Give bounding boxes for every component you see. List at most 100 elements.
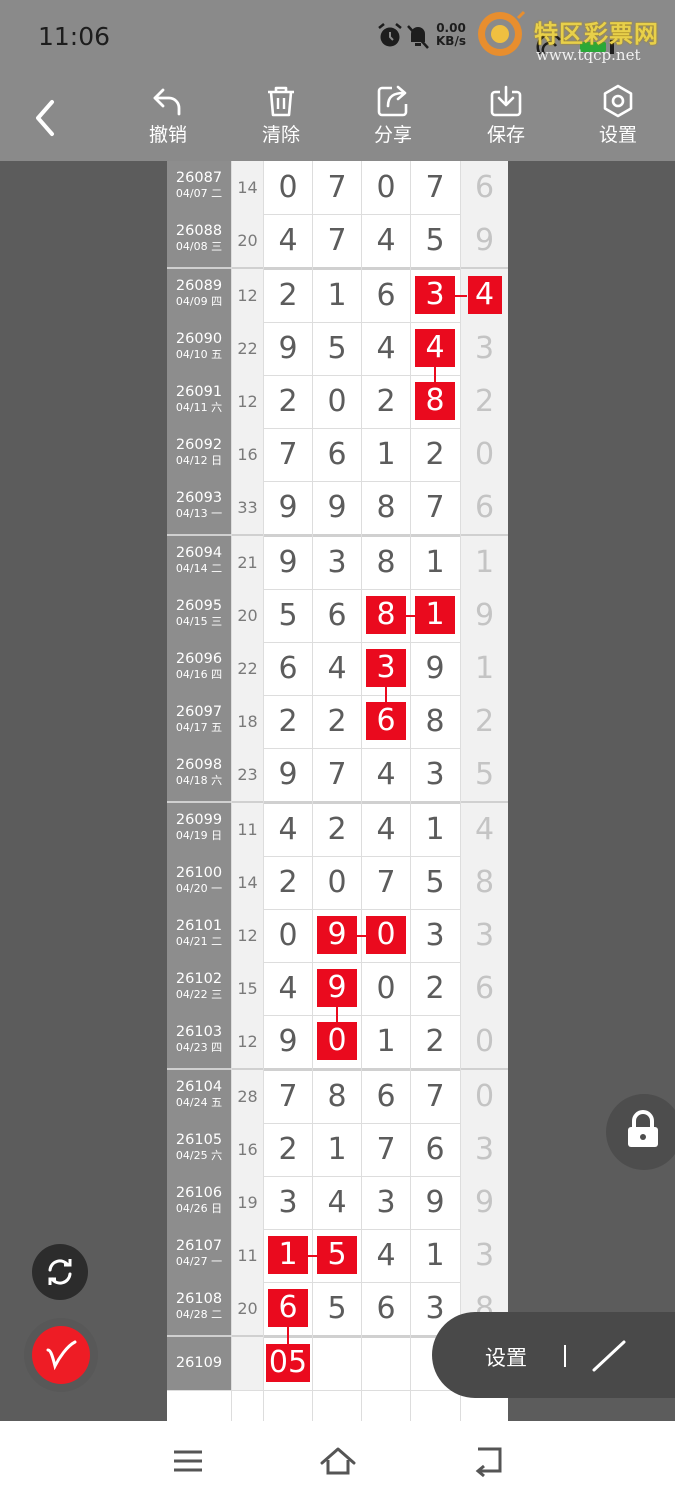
digit-cell[interactable]: 6 (264, 642, 312, 695)
digit-cell[interactable]: 2 (411, 962, 459, 1015)
digit-cell[interactable]: 8 (313, 1070, 361, 1123)
tail-cell[interactable]: 5 (461, 748, 508, 801)
digit-cell[interactable]: 6 (313, 589, 361, 642)
digit-cell[interactable]: 4 (362, 214, 410, 267)
digit-cell[interactable]: 2 (411, 428, 459, 481)
digit-cell[interactable]: 8 (362, 536, 410, 589)
tail-cell[interactable]: 0 (461, 1070, 508, 1123)
digit-cell[interactable]: 0 (362, 909, 410, 962)
tail-cell[interactable]: 1 (461, 642, 508, 695)
digit-cell[interactable]: 4 (264, 803, 312, 856)
digit-cell[interactable]: 6 (362, 1282, 410, 1335)
digit-cell[interactable]: 0 (313, 1015, 361, 1068)
digit-cell[interactable]: 0 (264, 161, 312, 214)
digit-cell[interactable]: 7 (313, 214, 361, 267)
clear-button[interactable]: 清除 (241, 82, 321, 156)
digit-cell[interactable]: 4 (313, 1176, 361, 1229)
digit-cell[interactable]: 4 (362, 322, 410, 375)
digit-cell[interactable]: 6 (411, 1123, 459, 1176)
digit-cell[interactable]: 7 (411, 481, 459, 534)
digit-cell[interactable]: 1 (313, 269, 361, 322)
settings-button[interactable]: 设置 (578, 82, 658, 156)
digit-cell[interactable]: 1 (411, 803, 459, 856)
digit-cell[interactable]: 7 (411, 1070, 459, 1123)
digit-cell[interactable]: 7 (411, 161, 459, 214)
digit-cell[interactable]: 0 (362, 161, 410, 214)
digit-cell[interactable]: 2 (264, 695, 312, 748)
tail-cell[interactable]: 6 (461, 481, 508, 534)
tail-cell[interactable]: 3 (461, 1123, 508, 1176)
tail-cell[interactable]: 3 (461, 909, 508, 962)
tail-cell[interactable]: 2 (461, 695, 508, 748)
digit-cell[interactable]: 1 (313, 1123, 361, 1176)
digit-cell[interactable]: 5 (264, 589, 312, 642)
digit-cell[interactable]: 4 (313, 642, 361, 695)
digit-cell[interactable]: 2 (362, 375, 410, 428)
digit-cell[interactable]: 8 (362, 481, 410, 534)
back-arrow-icon[interactable] (26, 96, 66, 140)
tail-cell[interactable]: 3 (461, 322, 508, 375)
lock-button[interactable] (606, 1094, 675, 1170)
digit-cell[interactable]: 6 (313, 428, 361, 481)
save-button[interactable]: 保存 (466, 82, 546, 156)
home-icon[interactable] (318, 1441, 358, 1481)
digit-cell[interactable]: 9 (264, 1015, 312, 1068)
digit-cell[interactable]: 9 (411, 1176, 459, 1229)
digit-cell[interactable]: 9 (264, 536, 312, 589)
digit-cell[interactable]: 1 (362, 428, 410, 481)
digit-cell[interactable]: 7 (362, 856, 410, 909)
digit-cell[interactable]: 3 (411, 909, 459, 962)
digit-cell[interactable]: 1 (411, 1229, 459, 1282)
back-nav-icon[interactable] (468, 1441, 508, 1481)
digit-cell[interactable]: 3 (313, 536, 361, 589)
digit-cell[interactable]: 4 (264, 214, 312, 267)
digit-cell[interactable]: 0 (362, 962, 410, 1015)
digit-cell[interactable]: 0 (313, 375, 361, 428)
digit-cell[interactable]: 8 (411, 375, 459, 428)
digit-cell[interactable]: 6 (362, 695, 410, 748)
undo-button[interactable]: 撤销 (128, 82, 208, 156)
tail-cell[interactable]: 4 (461, 803, 508, 856)
digit-cell[interactable]: 8 (411, 695, 459, 748)
digit-cell[interactable]: 2 (313, 695, 361, 748)
digit-cell[interactable]: 5 (313, 1229, 361, 1282)
digit-cell[interactable]: 2 (264, 1123, 312, 1176)
digit-cell[interactable]: 0 (264, 909, 312, 962)
digit-cell[interactable] (362, 1337, 410, 1390)
pen-mode-button[interactable] (24, 1318, 98, 1392)
digit-cell[interactable]: 7 (313, 161, 361, 214)
pen-line-icon[interactable] (584, 1334, 636, 1378)
digit-cell[interactable]: 3 (362, 1176, 410, 1229)
digit-cell[interactable]: 4 (362, 748, 410, 801)
digit-cell[interactable]: 2 (264, 375, 312, 428)
digit-cell[interactable]: 3 (411, 748, 459, 801)
tail-cell[interactable]: 2 (461, 375, 508, 428)
digit-cell[interactable]: 0 (313, 856, 361, 909)
digit-cell[interactable]: 5 (411, 856, 459, 909)
digit-cell[interactable]: 3 (264, 1176, 312, 1229)
digit-cell[interactable]: 7 (264, 428, 312, 481)
tail-cell[interactable]: 9 (461, 1176, 508, 1229)
digit-cell[interactable]: 1 (411, 536, 459, 589)
digit-cell[interactable]: 5 (313, 1282, 361, 1335)
rotate-button[interactable] (32, 1244, 88, 1300)
digit-cell[interactable]: 7 (362, 1123, 410, 1176)
tail-cell[interactable]: 3 (461, 1229, 508, 1282)
digit-cell[interactable]: 7 (264, 1070, 312, 1123)
tail-cell[interactable]: 0 (461, 428, 508, 481)
menu-icon[interactable] (168, 1441, 208, 1481)
digit-cell[interactable]: 2 (411, 1015, 459, 1068)
digit-cell[interactable]: 1 (411, 589, 459, 642)
tail-cell[interactable]: 4 (461, 269, 508, 322)
digit-cell[interactable]: 4 (362, 1229, 410, 1282)
digit-cell[interactable]: 2 (313, 803, 361, 856)
tail-cell[interactable]: 1 (461, 536, 508, 589)
digit-cell[interactable]: 5 (313, 322, 361, 375)
digit-cell[interactable]: 9 (264, 481, 312, 534)
digit-cell[interactable]: 05 (264, 1337, 312, 1390)
digit-cell[interactable]: 7 (313, 748, 361, 801)
digit-cell[interactable]: 9 (313, 481, 361, 534)
digit-cell[interactable]: 9 (264, 748, 312, 801)
tail-cell[interactable]: 9 (461, 214, 508, 267)
digit-cell[interactable]: 2 (264, 269, 312, 322)
